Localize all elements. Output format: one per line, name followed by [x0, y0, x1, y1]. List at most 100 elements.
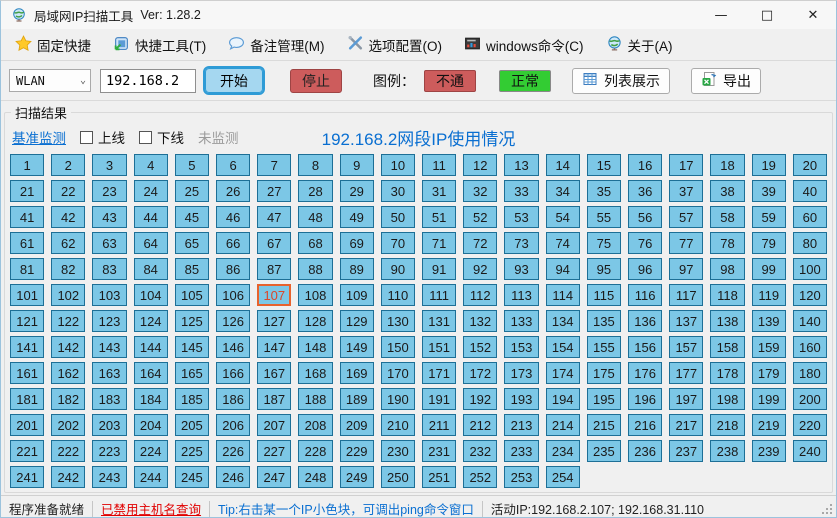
ip-cell[interactable]: 206: [216, 414, 250, 436]
ip-cell[interactable]: 73: [504, 232, 538, 254]
ip-cell[interactable]: 236: [628, 440, 662, 462]
ip-cell[interactable]: 140: [793, 310, 827, 332]
ip-cell[interactable]: 61: [10, 232, 44, 254]
ip-cell[interactable]: 97: [669, 258, 703, 280]
ip-cell[interactable]: 160: [793, 336, 827, 358]
ip-cell[interactable]: 225: [175, 440, 209, 462]
ip-cell[interactable]: 135: [587, 310, 621, 332]
minimize-button[interactable]: —: [698, 1, 744, 29]
ip-cell[interactable]: 20: [793, 154, 827, 176]
ip-cell[interactable]: 143: [92, 336, 126, 358]
ip-cell[interactable]: 4: [134, 154, 168, 176]
ip-cell[interactable]: 14: [546, 154, 580, 176]
ip-cell[interactable]: 179: [752, 362, 786, 384]
ip-cell[interactable]: 203: [92, 414, 126, 436]
ip-cell[interactable]: 210: [381, 414, 415, 436]
ip-cell[interactable]: 43: [92, 206, 126, 228]
ip-cell[interactable]: 72: [463, 232, 497, 254]
ip-cell[interactable]: 175: [587, 362, 621, 384]
ip-cell[interactable]: 241: [10, 466, 44, 488]
ip-cell[interactable]: 137: [669, 310, 703, 332]
ip-cell[interactable]: 176: [628, 362, 662, 384]
ip-cell[interactable]: 77: [669, 232, 703, 254]
ip-cell[interactable]: 102: [51, 284, 85, 306]
ip-cell[interactable]: 111: [422, 284, 456, 306]
ip-cell[interactable]: 173: [504, 362, 538, 384]
online-checkbox[interactable]: [80, 131, 93, 144]
ip-cell[interactable]: 51: [422, 206, 456, 228]
ip-cell[interactable]: 229: [340, 440, 374, 462]
ip-cell[interactable]: 157: [669, 336, 703, 358]
ip-cell[interactable]: 98: [710, 258, 744, 280]
ip-cell[interactable]: 103: [92, 284, 126, 306]
ip-cell[interactable]: 116: [628, 284, 662, 306]
ip-cell[interactable]: 57: [669, 206, 703, 228]
ip-cell[interactable]: 32: [463, 180, 497, 202]
ip-cell[interactable]: 185: [175, 388, 209, 410]
ip-cell[interactable]: 94: [546, 258, 580, 280]
ip-cell[interactable]: 221: [10, 440, 44, 462]
ip-cell[interactable]: 113: [504, 284, 538, 306]
ip-cell[interactable]: 228: [298, 440, 332, 462]
ip-cell[interactable]: 237: [669, 440, 703, 462]
ip-cell[interactable]: 83: [92, 258, 126, 280]
menu-item-windows-commands[interactable]: windows命令(C): [456, 31, 592, 59]
ip-cell[interactable]: 181: [10, 388, 44, 410]
ip-cell[interactable]: 90: [381, 258, 415, 280]
ip-cell[interactable]: 12: [463, 154, 497, 176]
ip-cell[interactable]: 141: [10, 336, 44, 358]
ip-cell[interactable]: 252: [463, 466, 497, 488]
ip-cell[interactable]: 1: [10, 154, 44, 176]
ip-cell[interactable]: 22: [51, 180, 85, 202]
ip-cell[interactable]: 146: [216, 336, 250, 358]
ip-cell[interactable]: 189: [340, 388, 374, 410]
ip-cell[interactable]: 53: [504, 206, 538, 228]
ip-cell[interactable]: 115: [587, 284, 621, 306]
ip-cell[interactable]: 234: [546, 440, 580, 462]
ip-cell[interactable]: 78: [710, 232, 744, 254]
ip-cell[interactable]: 158: [710, 336, 744, 358]
ip-cell[interactable]: 99: [752, 258, 786, 280]
ip-cell[interactable]: 167: [257, 362, 291, 384]
ip-cell[interactable]: 124: [134, 310, 168, 332]
ip-cell[interactable]: 253: [504, 466, 538, 488]
ip-cell[interactable]: 23: [92, 180, 126, 202]
ip-cell[interactable]: 193: [504, 388, 538, 410]
ip-cell[interactable]: 81: [10, 258, 44, 280]
ip-cell[interactable]: 109: [340, 284, 374, 306]
ip-cell[interactable]: 74: [546, 232, 580, 254]
ip-cell[interactable]: 128: [298, 310, 332, 332]
ip-cell[interactable]: 212: [463, 414, 497, 436]
ip-cell[interactable]: 133: [504, 310, 538, 332]
ip-cell[interactable]: 166: [216, 362, 250, 384]
menu-item-notes[interactable]: 备注管理(M): [220, 31, 332, 59]
ip-cell[interactable]: 84: [134, 258, 168, 280]
ip-cell[interactable]: 19: [752, 154, 786, 176]
ip-cell[interactable]: 239: [752, 440, 786, 462]
ip-cell[interactable]: 16: [628, 154, 662, 176]
ip-cell[interactable]: 79: [752, 232, 786, 254]
ip-cell[interactable]: 96: [628, 258, 662, 280]
ip-cell[interactable]: 85: [175, 258, 209, 280]
ip-cell[interactable]: 219: [752, 414, 786, 436]
offline-checkbox[interactable]: [139, 131, 152, 144]
ip-cell[interactable]: 87: [257, 258, 291, 280]
ip-cell[interactable]: 171: [422, 362, 456, 384]
baseline-monitor-link[interactable]: 基准监测: [12, 127, 66, 147]
ip-cell[interactable]: 6: [216, 154, 250, 176]
ip-cell[interactable]: 177: [669, 362, 703, 384]
ip-cell[interactable]: 187: [257, 388, 291, 410]
close-button[interactable]: ✕: [790, 1, 836, 29]
ip-cell[interactable]: 204: [134, 414, 168, 436]
ip-cell[interactable]: 120: [793, 284, 827, 306]
ip-cell[interactable]: 114: [546, 284, 580, 306]
ip-cell[interactable]: 213: [504, 414, 538, 436]
ip-cell[interactable]: 21: [10, 180, 44, 202]
ip-cell[interactable]: 100: [793, 258, 827, 280]
ip-cell[interactable]: 251: [422, 466, 456, 488]
ip-cell[interactable]: 217: [669, 414, 703, 436]
ip-cell[interactable]: 39: [752, 180, 786, 202]
ip-cell[interactable]: 199: [752, 388, 786, 410]
ip-cell[interactable]: 8: [298, 154, 332, 176]
menu-item-pinned-shortcuts[interactable]: 固定快捷: [7, 31, 99, 59]
